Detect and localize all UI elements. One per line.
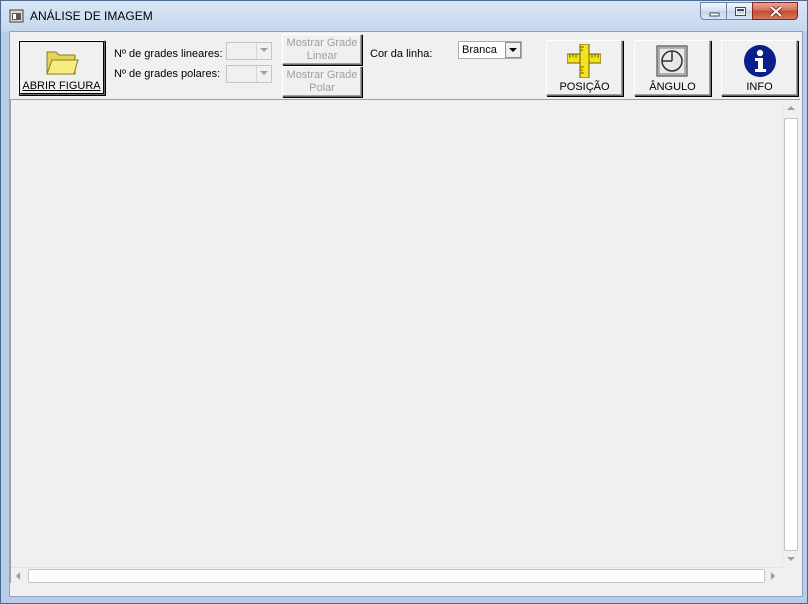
window-title: ANÁLISE DE IMAGEM — [30, 9, 153, 23]
maximize-icon — [735, 7, 746, 16]
minimize-button[interactable] — [700, 2, 727, 20]
toolbar: ABRIR FIGURA Nº de grades lineares: Nº d… — [10, 32, 802, 99]
line-color-value: Branca — [462, 44, 497, 56]
horizontal-scroll-thumb[interactable] — [28, 569, 765, 583]
polar-grids-label: Nº de grades polares: — [114, 68, 221, 80]
minimize-icon — [709, 12, 720, 17]
position-label: POSIÇÃO — [559, 81, 610, 93]
polar-grids-select[interactable] — [226, 65, 272, 83]
scroll-down-icon[interactable] — [787, 557, 795, 561]
scroll-left-icon[interactable] — [16, 572, 20, 580]
line-color-label: Cor da linha: — [370, 48, 433, 60]
info-icon — [744, 45, 776, 77]
show-polar-grid-line1: Mostrar Grade — [286, 69, 358, 81]
close-icon — [769, 5, 783, 18]
folder-icon — [46, 51, 79, 75]
image-viewport[interactable] — [10, 99, 800, 585]
show-polar-grid-line2: Polar — [309, 82, 335, 94]
scroll-up-icon[interactable] — [787, 106, 795, 110]
open-figure-label: ABRIR FIGURA — [22, 80, 101, 92]
vertical-scroll-thumb[interactable] — [784, 118, 798, 551]
show-linear-grid-line2: Linear — [306, 50, 338, 62]
vertical-scrollbar[interactable] — [782, 101, 800, 568]
show-polar-grid-label: Mostrar Grade Polar — [283, 69, 361, 95]
horizontal-scrollbar[interactable] — [11, 567, 782, 585]
chevron-down-icon — [256, 43, 271, 59]
linear-grids-select[interactable] — [226, 42, 272, 60]
title-bar[interactable]: ANÁLISE DE IMAGEM — [1, 1, 807, 31]
line-color-select[interactable]: Branca — [458, 41, 522, 59]
position-button[interactable]: POSIÇÃO — [546, 40, 623, 96]
chevron-down-icon — [505, 42, 521, 58]
angle-icon — [656, 45, 688, 77]
window-frame: ANÁLISE DE IMAGEM ABRIR FIGURA Nº de gra… — [0, 0, 808, 604]
show-linear-grid-line1: Mostrar Grade — [286, 37, 358, 49]
app-icon — [9, 8, 25, 24]
info-button[interactable]: INFO — [721, 40, 798, 96]
angle-button[interactable]: ÂNGULO — [634, 40, 711, 96]
ruler-icon — [567, 44, 601, 78]
close-button[interactable] — [752, 2, 798, 20]
maximize-button[interactable] — [726, 2, 753, 20]
info-label: INFO — [746, 81, 773, 93]
show-polar-grid-button[interactable]: Mostrar Grade Polar — [282, 66, 362, 97]
scroll-right-icon[interactable] — [771, 572, 775, 580]
client-area: ABRIR FIGURA Nº de grades lineares: Nº d… — [9, 31, 803, 597]
angle-label: ÂNGULO — [649, 81, 696, 93]
open-figure-button[interactable]: ABRIR FIGURA — [18, 40, 105, 95]
show-linear-grid-button[interactable]: Mostrar Grade Linear — [282, 34, 362, 65]
show-linear-grid-label: Mostrar Grade Linear — [283, 37, 361, 63]
linear-grids-label: Nº de grades lineares: — [114, 48, 223, 60]
chevron-down-icon — [256, 66, 271, 82]
